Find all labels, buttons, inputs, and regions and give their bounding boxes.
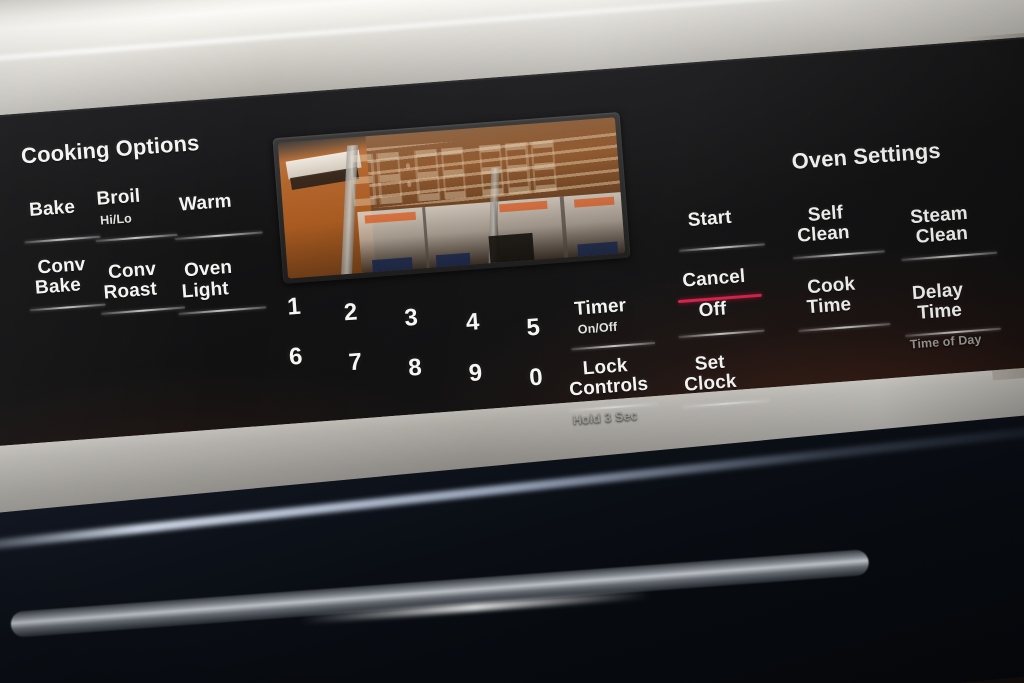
lcd-display (272, 111, 631, 284)
self-clean-button-label-line2[interactable]: Clean (797, 222, 851, 247)
cook-time-button-label-line2[interactable]: Time (806, 294, 852, 318)
timer-button-label-line1[interactable]: Timer (573, 295, 626, 320)
broil-button-sublabel: Hi/Lo (99, 211, 133, 228)
keypad-key-5[interactable]: 5 (526, 314, 541, 342)
timer-button-label-line2[interactable]: On/Off (577, 320, 617, 337)
oven-light-button-label-line2[interactable]: Light (181, 278, 229, 302)
conv-bake-button-label-line2[interactable]: Bake (34, 274, 81, 298)
start-button-label[interactable]: Start (687, 207, 732, 231)
warm-button-label[interactable]: Warm (178, 191, 232, 216)
keypad-key-8[interactable]: 8 (407, 354, 422, 382)
conv-roast-button-label-line2[interactable]: Roast (103, 279, 158, 304)
keypad-key-4[interactable]: 4 (465, 308, 480, 336)
keypad-key-1[interactable]: 1 (286, 293, 301, 321)
bake-button-label[interactable]: Bake (28, 197, 75, 221)
set-clock-button-label-line2[interactable]: Clock (684, 371, 738, 396)
keypad-key-7[interactable]: 7 (348, 348, 363, 376)
broil-button-label[interactable]: Broil (96, 186, 141, 210)
keypad-key-6[interactable]: 6 (288, 343, 303, 371)
keypad-key-3[interactable]: 3 (403, 304, 418, 332)
keypad-key-0[interactable]: 0 (528, 364, 543, 392)
lcd-glass-glare (277, 117, 626, 279)
cancel-off-button-label-line2[interactable]: Off (698, 298, 727, 321)
lcd-screen (277, 117, 626, 279)
cancel-off-button-label-line1[interactable]: Cancel (682, 266, 746, 292)
keypad-key-9[interactable]: 9 (468, 359, 483, 387)
keypad-key-2[interactable]: 2 (343, 298, 358, 326)
oven-control-panel-scene: Cooking Options Bake Broil Hi/Lo Warm Co… (0, 0, 1024, 683)
steam-clean-button-label-line2[interactable]: Clean (915, 223, 969, 248)
delay-time-button-label-line2[interactable]: Time (917, 300, 963, 324)
